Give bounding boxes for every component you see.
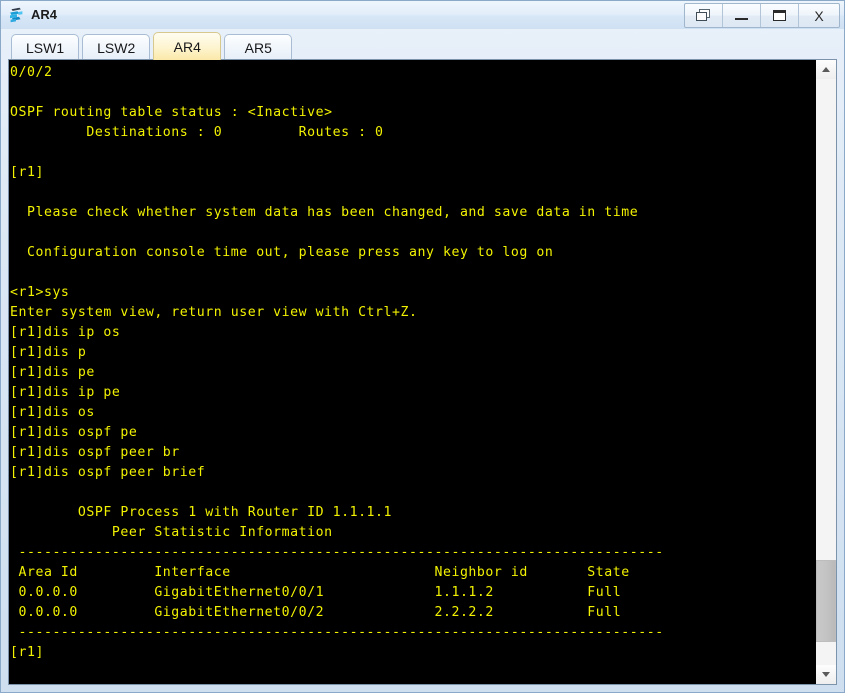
scrollbar-track[interactable]	[816, 79, 836, 665]
tab-ar5[interactable]: AR5	[224, 34, 293, 60]
terminal-line: ----------------------------------------…	[10, 545, 664, 560]
terminal-line: [r1]dis ospf peer brief	[10, 465, 206, 480]
device-tab-bar: LSW1 LSW2 AR4 AR5	[1, 29, 844, 60]
terminal-line: OSPF Process 1 with Router ID 1.1.1.1	[10, 505, 393, 520]
scroll-down-button[interactable]	[816, 665, 836, 684]
maximize-button[interactable]	[761, 4, 799, 27]
restore-icon	[696, 9, 711, 22]
scroll-down-icon	[822, 672, 830, 677]
scroll-up-button[interactable]	[816, 60, 836, 79]
terminal-line: Peer Statistic Information	[10, 525, 333, 540]
terminal-line: [r1]dis p	[10, 345, 87, 360]
terminal-line: OSPF routing table status : <Inactive>	[10, 105, 333, 120]
maximize-icon	[773, 10, 786, 21]
terminal-line: [r1]dis os	[10, 405, 95, 420]
router-icon	[8, 6, 26, 24]
window-title-bar: AR4 X	[1, 1, 844, 29]
tab-label: AR5	[244, 39, 272, 56]
terminal-line: [r1]	[10, 645, 44, 660]
terminal-line: Enter system view, return user view with…	[10, 305, 418, 320]
tab-label: AR4	[173, 38, 201, 55]
tab-label: LSW2	[97, 39, 136, 56]
tab-label: LSW1	[26, 39, 65, 56]
tab-ar4[interactable]: AR4	[153, 32, 222, 60]
terminal-line: Please check whether system data has bee…	[10, 205, 639, 220]
console-window: AR4 X LSW1 LSW2 AR4 AR5 0/0/2 OSPF routi…	[0, 0, 845, 693]
terminal-line: Configuration console time out, please p…	[10, 245, 554, 260]
scroll-up-icon	[822, 67, 830, 72]
window-title: AR4	[31, 7, 58, 22]
terminal-line: 0/0/2	[10, 65, 53, 80]
scrollbar-thumb[interactable]	[816, 560, 836, 642]
terminal-line: [r1]dis ospf pe	[10, 425, 138, 440]
restore-button[interactable]	[685, 4, 723, 27]
close-button[interactable]: X	[799, 4, 839, 27]
terminal-line: 0.0.0.0 GigabitEthernet0/0/1 1.1.1.2 Ful…	[10, 585, 622, 600]
terminal-line: [r1]	[10, 165, 44, 180]
terminal-output[interactable]: 0/0/2 OSPF routing table status : <Inact…	[9, 60, 815, 684]
terminal-line: [r1]dis ip os	[10, 325, 121, 340]
minimize-button[interactable]	[723, 4, 761, 27]
terminal-line: Destinations : 0 Routes : 0	[10, 125, 384, 140]
terminal-scrollbar[interactable]	[815, 60, 836, 684]
tab-lsw2[interactable]: LSW2	[82, 34, 151, 60]
tab-lsw1[interactable]: LSW1	[11, 34, 80, 60]
minimize-icon	[735, 11, 748, 20]
terminal-line: [r1]dis ip pe	[10, 385, 121, 400]
terminal-line: <r1>sys	[10, 285, 70, 300]
terminal-line: [r1]dis ospf peer br	[10, 445, 180, 460]
terminal-line: Area Id Interface Neighbor id State	[10, 565, 630, 580]
close-icon: X	[814, 7, 824, 24]
window-controls: X	[684, 3, 840, 28]
terminal-panel: 0/0/2 OSPF routing table status : <Inact…	[8, 59, 837, 685]
terminal-line: ----------------------------------------…	[10, 625, 664, 640]
terminal-line: 0.0.0.0 GigabitEthernet0/0/2 2.2.2.2 Ful…	[10, 605, 622, 620]
terminal-line: [r1]dis pe	[10, 365, 95, 380]
